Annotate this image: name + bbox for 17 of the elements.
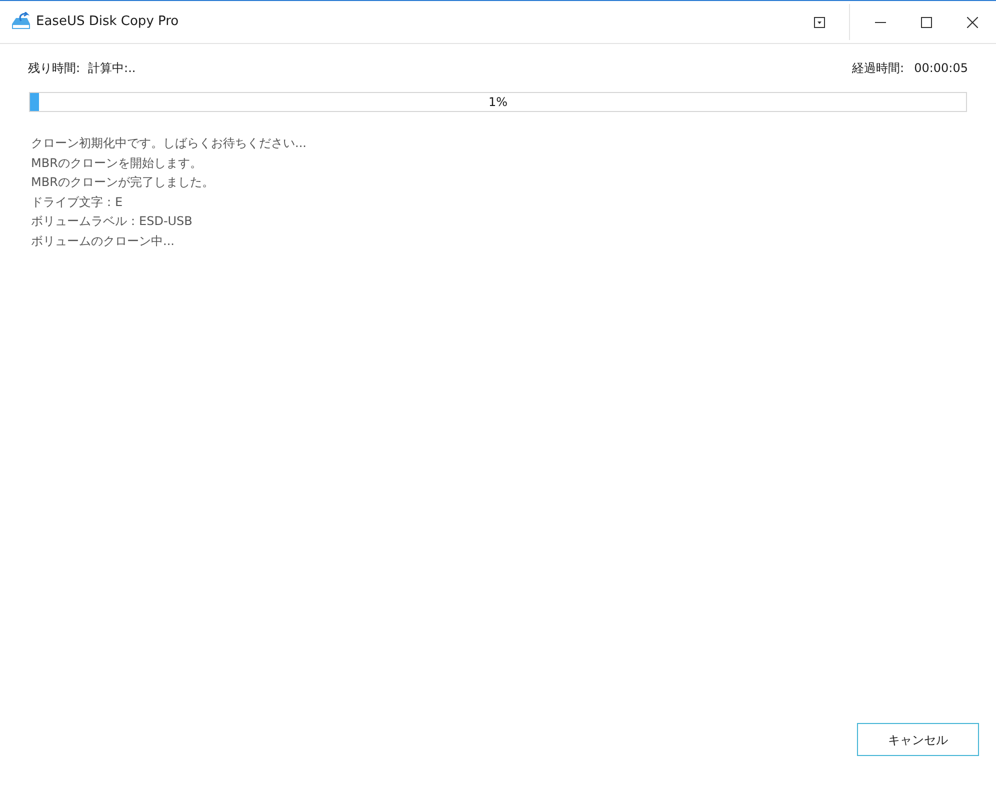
close-icon — [966, 16, 978, 28]
log-line: ドライブ文字：E — [31, 194, 124, 210]
window-title: EaseUS Disk Copy Pro — [36, 13, 179, 32]
app-logo-icon — [9, 12, 31, 32]
remaining-time-value: 計算中:.. — [88, 60, 136, 77]
log-line: クローン初期化中です。しばらくお待ちください... — [31, 135, 308, 152]
log-line: MBRのクローンが完了しました。 — [31, 174, 215, 191]
elapsed-time-label: 経過時間: — [852, 60, 904, 77]
elapsed-time-value: 00:00:05 — [914, 60, 968, 77]
log-line: MBRのクローンを開始します。 — [31, 154, 203, 172]
maximize-icon — [920, 16, 932, 28]
log-line: ボリュームラベル：ESD-USB — [31, 213, 194, 230]
cancel-button[interactable]: キャンセル — [857, 723, 979, 756]
dropdown-icon — [814, 16, 824, 28]
remaining-time-label: 残り時間: — [28, 60, 80, 77]
log-line: ボリュームのクローン中... — [31, 232, 176, 250]
progress-reading: 1% — [487, 94, 509, 111]
